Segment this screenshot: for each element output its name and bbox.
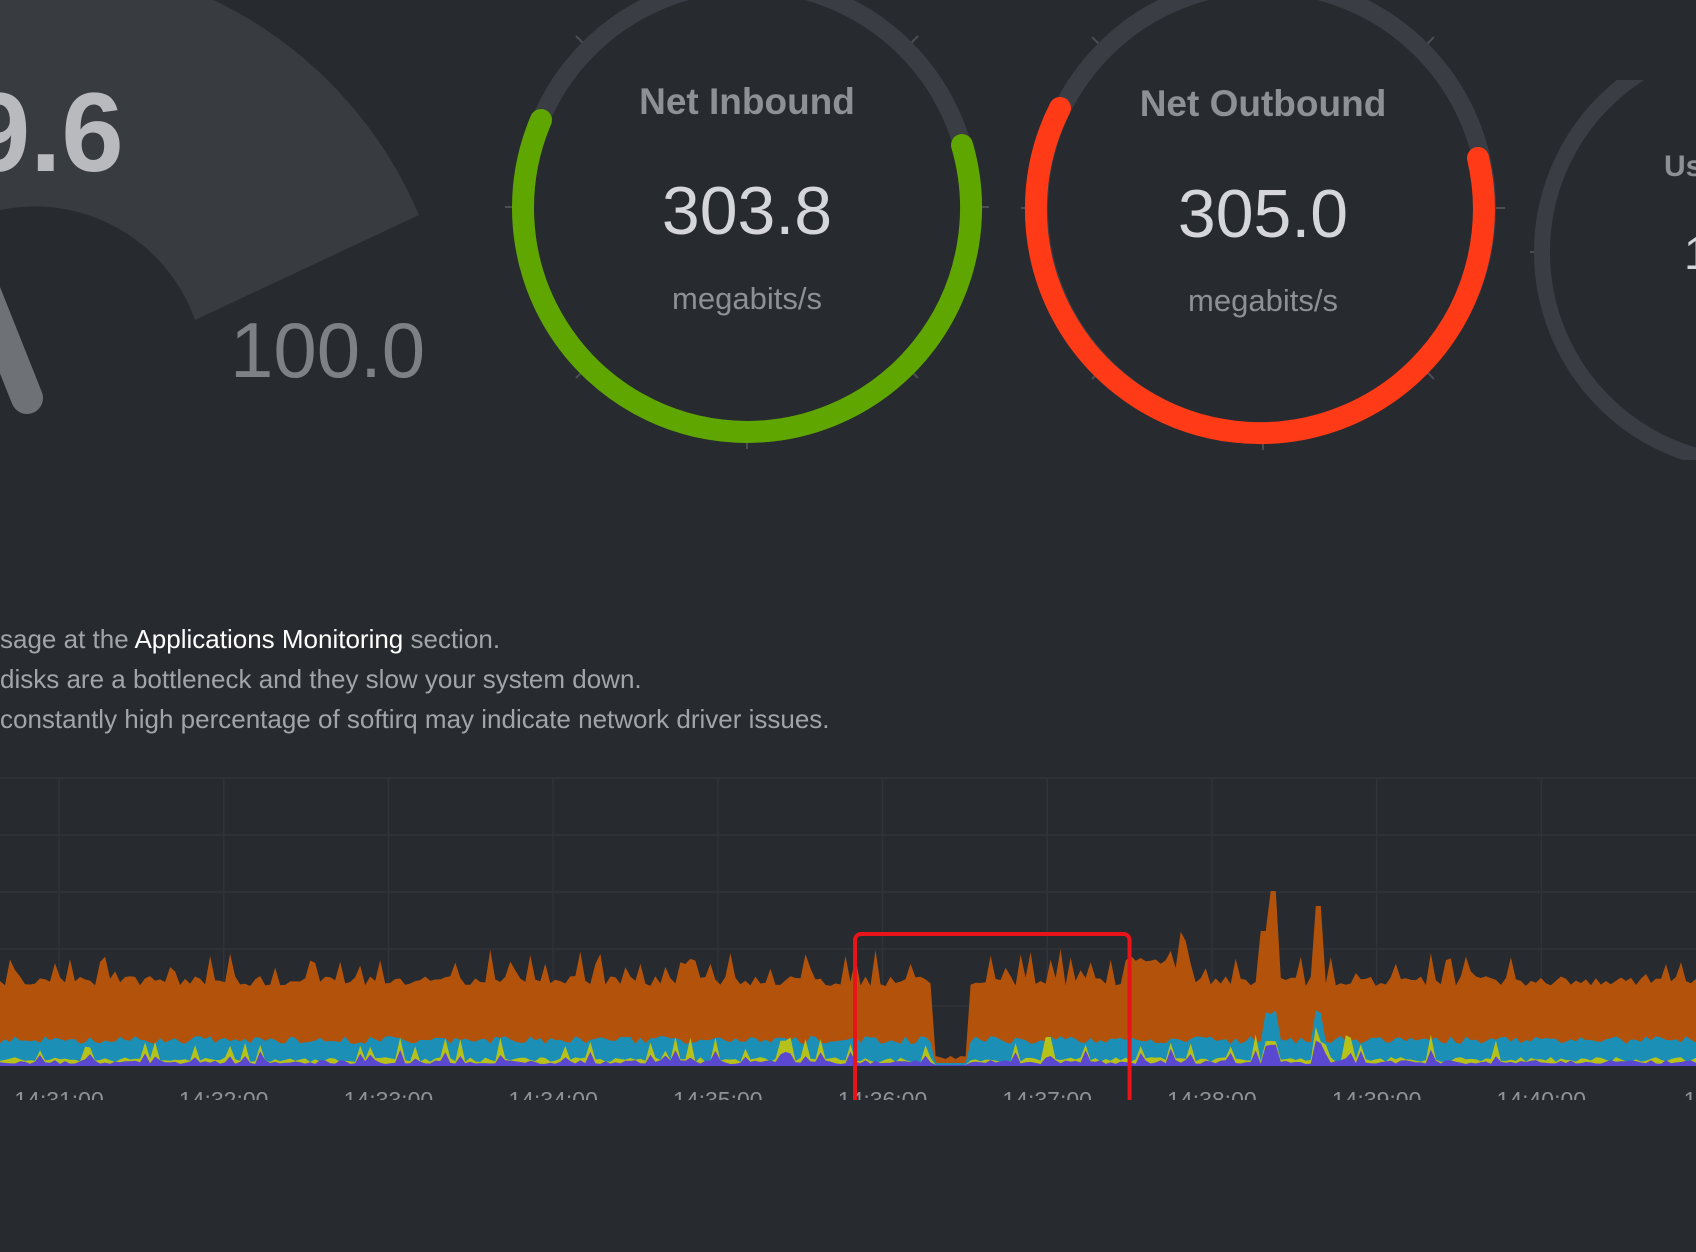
- x-tick-label: 14:39:00: [1332, 1087, 1422, 1100]
- net-inbound-arc: [512, 109, 983, 443]
- net-outbound-title: Net Outbound: [1139, 83, 1387, 124]
- applications-monitoring-link[interactable]: Applications Monitoring: [134, 624, 403, 654]
- hint-softirq: constantly high percentage of softirq ma…: [0, 704, 830, 734]
- net-inbound-title: Net Inbound: [639, 81, 855, 122]
- net-inbound-value: 303.8: [661, 173, 833, 249]
- x-tick-label: 14:34:00: [508, 1087, 598, 1100]
- x-tick-label: 14:33:00: [344, 1087, 434, 1100]
- x-tick-label: 14:37:00: [1002, 1087, 1092, 1100]
- hint-disks-bottleneck: disks are a bottleneck and they slow you…: [0, 664, 642, 694]
- net-outbound-arc: [1024, 97, 1495, 445]
- net-outbound-unit: megabits/s: [1188, 283, 1338, 318]
- third-gauge: [1530, 80, 1696, 460]
- x-tick-label: 14:38:00: [1167, 1087, 1257, 1100]
- third-gauge-title: Us: [1664, 150, 1696, 183]
- x-tick-label: 14:35:00: [673, 1087, 763, 1100]
- x-tick-label: 14:32:00: [179, 1087, 269, 1100]
- net-inbound-unit: megabits/s: [672, 281, 822, 316]
- x-tick-label: 14:31:00: [14, 1087, 104, 1100]
- x-tick-label: 14:40:00: [1497, 1087, 1587, 1100]
- chart-areas: [0, 891, 1696, 1066]
- x-tick-label: 14:36:00: [838, 1087, 928, 1100]
- net-outbound-value: 305.0: [1177, 176, 1349, 252]
- hint-applications-monitoring: sage at the Applications Monitoring sect…: [0, 624, 500, 655]
- third-gauge-value: 1: [1684, 226, 1696, 280]
- hint-line1-prefix: sage at the: [0, 624, 135, 654]
- third-gauge-track: [1534, 80, 1696, 460]
- hint-line1-suffix: section.: [403, 624, 501, 654]
- cpu-gauge-max-label: 100.0: [230, 306, 426, 394]
- cpu-stacked-area-chart: 14:31:00 14:32:00 14:33:00 14:34:00 14:35:00…: [0, 777, 1696, 1100]
- x-tick-label: 14:4: [1684, 1087, 1696, 1100]
- cpu-gauge-needle: [0, 286, 43, 414]
- cpu-gauge-value: 9.6: [0, 70, 124, 195]
